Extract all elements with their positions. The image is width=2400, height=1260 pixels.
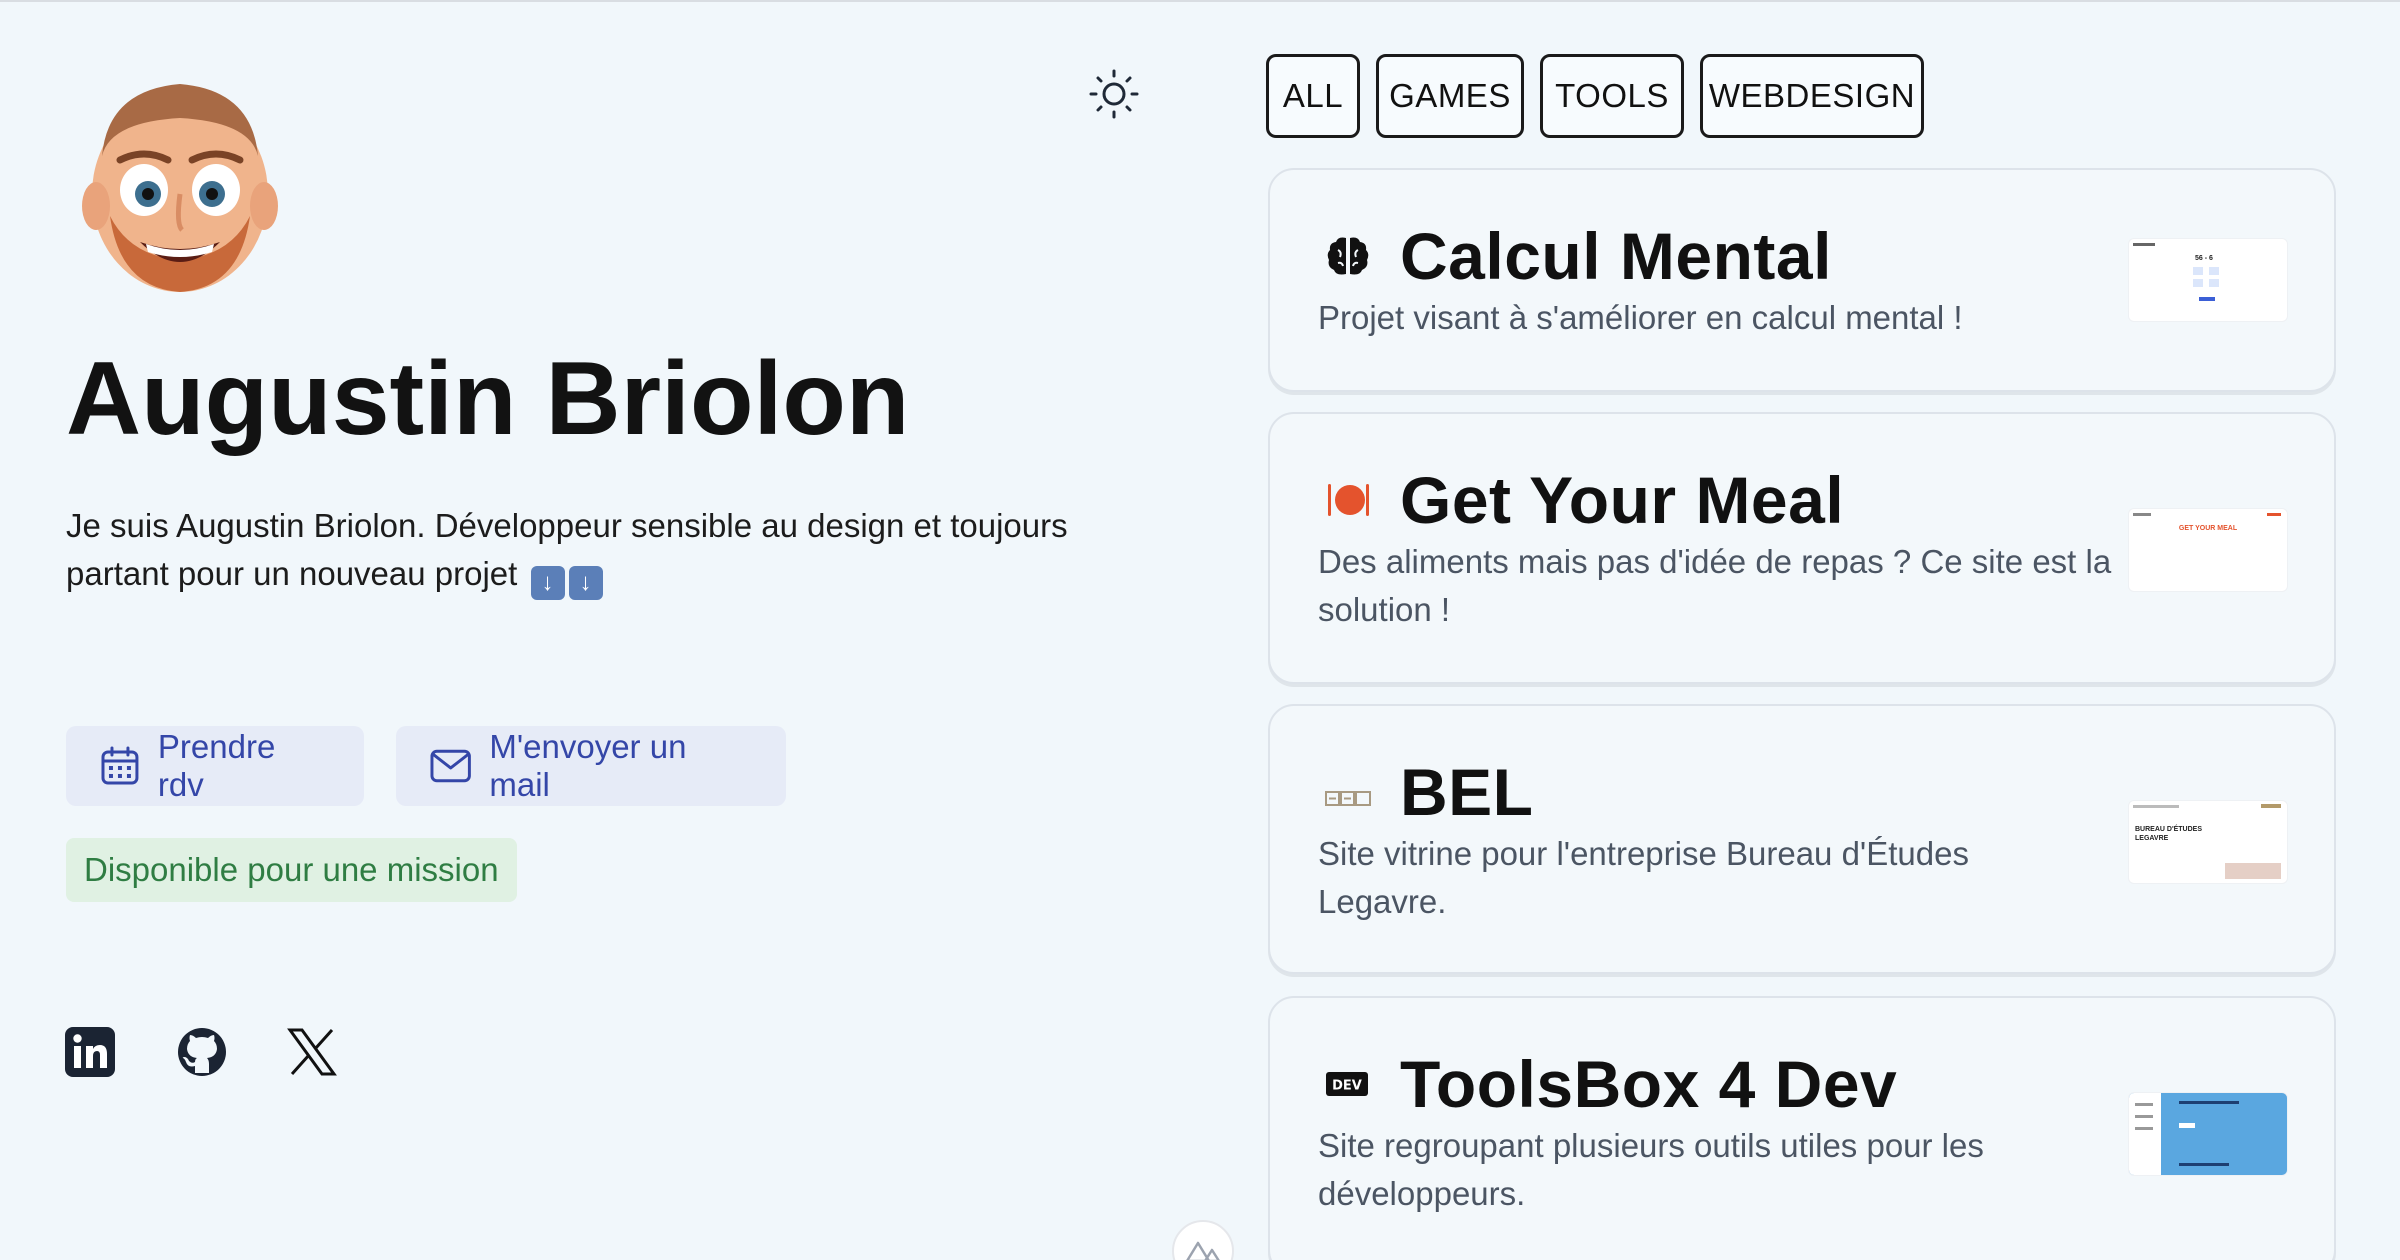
plate-cutlery-icon	[1328, 484, 1369, 516]
project-title: Get Your Meal	[1400, 463, 1845, 537]
filter-webdesign[interactable]: WEBDESIGN	[1700, 54, 1924, 138]
arrow-down-icon: ↓	[530, 566, 565, 600]
filter-games[interactable]: GAMES	[1376, 54, 1524, 138]
avatar	[82, 84, 278, 292]
profile-bio: Je suis Augustin Briolon. Développeur se…	[66, 502, 1126, 600]
project-thumbnail: BUREAU D'ÉTUDES LEGAVRE	[2128, 800, 2288, 884]
mail-button[interactable]: M'envoyer un mail	[396, 726, 786, 806]
linkedin-icon[interactable]	[64, 1026, 116, 1078]
arrow-down-icon: ↓	[568, 566, 603, 600]
thumbnail-text: BUREAU D'ÉTUDES LEGAVRE	[2135, 826, 2203, 842]
filter-all[interactable]: ALL	[1266, 54, 1360, 138]
calendar-icon	[101, 746, 139, 785]
availability-badge: Disponible pour une mission	[66, 838, 517, 902]
project-thumbnail: GET YOUR MEAL	[2128, 508, 2288, 592]
appointment-label: Prendre rdv	[157, 728, 276, 803]
project-title: ToolsBox 4 Dev	[1400, 1047, 1898, 1121]
sun-icon[interactable]	[1088, 68, 1140, 120]
mail-icon	[430, 749, 471, 783]
mail-label: M'envoyer un mail	[489, 728, 687, 803]
github-icon[interactable]	[176, 1026, 228, 1078]
dev-badge-icon: DEV	[1326, 1072, 1368, 1096]
project-description: Projet visant à s'améliorer en calcul me…	[1318, 299, 1963, 336]
portfolio-page: Augustin Briolon Je suis Augustin Briolo…	[0, 0, 2400, 1260]
project-description: Site vitrine pour l'entreprise Bureau d'…	[1318, 835, 1969, 920]
project-card-get-your-meal[interactable]: Get Your Meal Des aliments mais pas d'id…	[1268, 412, 2336, 684]
profile-name: Augustin Briolon	[66, 341, 910, 457]
svg-text:DEV: DEV	[1332, 1079, 1362, 1094]
project-card-toolsbox[interactable]: DEV ToolsBox 4 Dev Site regroupant plusi…	[1268, 996, 2336, 1260]
x-logo-icon[interactable]	[286, 1026, 338, 1078]
nuxt-logo-icon	[1186, 1241, 1220, 1260]
filter-tools[interactable]: TOOLS	[1540, 54, 1684, 138]
project-thumbnail: 56 - 6	[2128, 238, 2288, 322]
project-title: BEL	[1400, 755, 1534, 829]
project-title: Calcul Mental	[1400, 219, 1832, 293]
project-thumbnail	[2128, 1092, 2288, 1176]
project-card-calcul-mental[interactable]: Calcul Mental Projet visant à s'améliore…	[1268, 168, 2336, 392]
project-description: Des aliments mais pas d'idée de repas ? …	[1318, 543, 2112, 628]
nuxt-devtools-button[interactable]	[1172, 1220, 1234, 1260]
thumbnail-text: GET YOUR MEAL	[2178, 525, 2238, 532]
thumbnail-text: 56 - 6	[2195, 255, 2213, 262]
bel-logo-icon	[1325, 791, 1371, 806]
project-description: Site regroupant plusieurs outils utiles …	[1318, 1127, 1984, 1212]
appointment-button[interactable]: Prendre rdv	[66, 726, 364, 806]
brain-icon	[1327, 237, 1369, 275]
bio-text: Je suis Augustin Briolon. Développeur se…	[66, 507, 1068, 592]
project-card-bel[interactable]: BEL Site vitrine pour l'entreprise Burea…	[1268, 704, 2336, 974]
